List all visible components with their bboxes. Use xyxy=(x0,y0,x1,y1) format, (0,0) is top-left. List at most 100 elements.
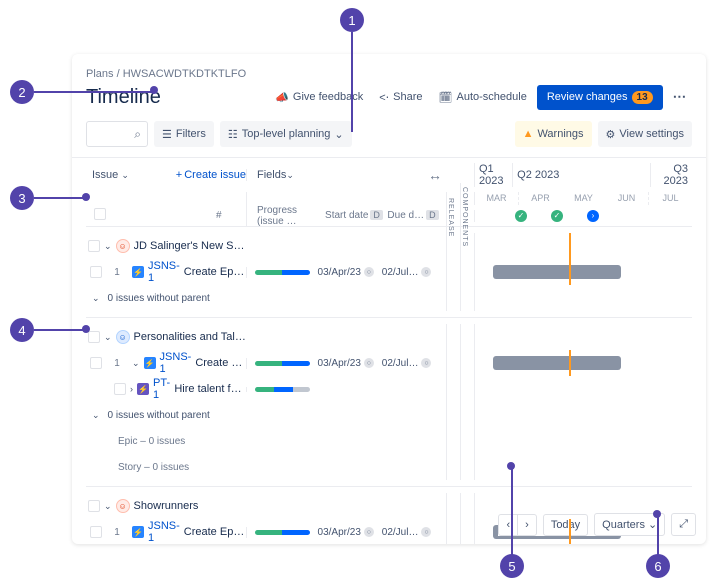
chevron-down-icon: ⌄ xyxy=(286,170,294,181)
issue-type-icon: ⚡ xyxy=(144,357,156,369)
plan-card: Plans / HWSACWDTKDTKTLFO Timeline 📣Give … xyxy=(72,54,706,544)
progress-bar xyxy=(255,361,310,366)
group-name[interactable]: Personalities and Talent xyxy=(134,331,246,343)
hierarchy-icon: ☷ xyxy=(228,128,238,141)
issue-type-icon: ⚡ xyxy=(137,383,149,395)
issue-group: ⌄ ☺ Personalities and Talent 1 ⌄ ⚡ JSNS-… xyxy=(86,318,692,487)
timeline-next-button[interactable]: › xyxy=(517,514,537,536)
progress-column: Progress (issue … xyxy=(257,205,325,227)
share-button[interactable]: <⋅Share xyxy=(373,86,428,109)
quarter-label: Q2 2023 xyxy=(512,163,650,187)
hash-column: # xyxy=(216,210,246,221)
warnings-button[interactable]: ▲Warnings xyxy=(515,121,592,147)
select-all-checkbox[interactable] xyxy=(94,208,106,220)
issue-key[interactable]: JSNS-1 xyxy=(160,351,192,375)
today-line-marker xyxy=(569,259,571,285)
quarter-label: Q1 2023 xyxy=(475,163,512,187)
row-number: 1 xyxy=(106,267,128,278)
breadcrumb-current[interactable]: HWSACWDTKDTKTLFO xyxy=(123,68,246,80)
due-date-column: Due d…D xyxy=(387,210,446,221)
chevron-down-icon[interactable]: ⌄ xyxy=(104,241,112,252)
share-icon: <⋅ xyxy=(379,91,389,104)
timeline-controls: ‹ › Today Quarters ⌄ ⤢ xyxy=(498,513,696,536)
annotation-1: 1 xyxy=(340,8,364,32)
issue-column-header[interactable]: Issue xyxy=(92,169,118,181)
select-checkbox[interactable] xyxy=(90,357,102,369)
chevron-down-icon[interactable]: ⌄ xyxy=(104,501,112,512)
status-in-progress-icon: › xyxy=(587,210,599,222)
select-checkbox[interactable] xyxy=(88,500,100,512)
issue-group: ⌄ ☺ JD Salinger's New Show 1 ⚡ JSNS-1 Cr… xyxy=(86,227,692,318)
give-feedback-button[interactable]: 📣Give feedback xyxy=(269,86,369,109)
month-label: JUN xyxy=(605,192,648,205)
annotation-5: 5 xyxy=(500,554,524,578)
month-label: JUL xyxy=(648,192,692,205)
chevron-down-icon[interactable]: ⌄ xyxy=(88,293,100,304)
select-checkbox[interactable] xyxy=(114,383,126,395)
group-name[interactable]: JD Salinger's New Show xyxy=(134,240,246,252)
issue-summary[interactable]: Hire talent for pre… xyxy=(174,383,246,395)
fullscreen-button[interactable]: ⤢ xyxy=(671,513,696,536)
top-level-planning-button[interactable]: ☷Top-level planning ⌄ xyxy=(220,121,352,147)
warning-icon: ▲ xyxy=(523,128,534,140)
gantt-bar[interactable] xyxy=(493,356,621,370)
start-date[interactable]: 03/Apr/23○ xyxy=(318,267,382,278)
select-checkbox[interactable] xyxy=(88,240,100,252)
search-icon: ⌕ xyxy=(134,127,141,142)
select-checkbox[interactable] xyxy=(90,526,102,538)
timeline-prev-button[interactable]: ‹ xyxy=(498,514,517,536)
create-issue-button[interactable]: + Create issue xyxy=(176,169,246,181)
chevron-down-icon: ⌄ xyxy=(121,170,129,180)
due-date[interactable]: 02/Jul…○ xyxy=(382,267,446,278)
issue-type-icon: ⚡ xyxy=(132,526,144,538)
select-checkbox[interactable] xyxy=(90,266,102,278)
filters-button[interactable]: ☰Filters xyxy=(154,121,214,147)
issue-summary[interactable]: Create Episode One xyxy=(184,266,246,278)
view-settings-button[interactable]: ⚙View settings xyxy=(598,121,692,147)
issue-summary[interactable]: Create Episode One xyxy=(195,357,246,369)
annotation-6: 6 xyxy=(646,554,670,578)
start-date[interactable]: 03/Apr/23○ xyxy=(318,527,382,538)
issue-key[interactable]: JSNS-1 xyxy=(148,260,180,284)
expand-columns-button[interactable]: ↔ xyxy=(428,167,442,183)
breadcrumb: Plans / HWSACWDTKDTKTLFO xyxy=(86,68,692,80)
fields-column-header[interactable]: Fields xyxy=(257,169,286,181)
issue-row[interactable]: 1 ⌄ ⚡ JSNS-1 Create Episode One 03/Apr/2… xyxy=(86,350,692,376)
issue-row[interactable]: › ⚡ PT-1 Hire talent for pre… xyxy=(86,376,692,402)
annotation-3: 3 xyxy=(10,186,34,210)
row-number: 1 xyxy=(106,358,128,369)
due-date[interactable]: 02/Jul…○ xyxy=(382,358,446,369)
gantt-bar[interactable] xyxy=(493,265,621,279)
today-button[interactable]: Today xyxy=(543,514,588,536)
select-checkbox[interactable] xyxy=(88,331,100,343)
chevron-down-icon[interactable]: ⌄ xyxy=(88,410,100,421)
filter-icon: ☰ xyxy=(162,128,172,141)
breadcrumb-root[interactable]: Plans xyxy=(86,68,114,80)
chevron-down-icon: ⌄ xyxy=(334,128,343,141)
more-menu-button[interactable]: ⋯ xyxy=(667,83,692,111)
no-parent-label[interactable]: 0 issues without parent xyxy=(104,293,210,304)
month-label: APR xyxy=(518,192,562,205)
review-count-badge: 13 xyxy=(632,91,653,104)
chevron-right-icon[interactable]: › xyxy=(130,384,133,394)
chevron-down-icon[interactable]: ⌄ xyxy=(132,358,140,369)
start-date-column: Start dateD xyxy=(325,210,387,221)
search-input[interactable]: ⌕ xyxy=(86,121,148,147)
issue-summary[interactable]: Create Episode One xyxy=(184,526,246,538)
issue-row[interactable]: 1 ⚡ JSNS-1 Create Episode One 03/Apr/23○… xyxy=(86,259,692,285)
progress-bar xyxy=(255,387,310,392)
chevron-down-icon[interactable]: ⌄ xyxy=(104,332,112,343)
issue-key[interactable]: PT-1 xyxy=(153,377,170,401)
status-done-icon: ✓ xyxy=(515,210,527,222)
month-label: MAR xyxy=(475,192,518,205)
due-date[interactable]: 02/Jul…○ xyxy=(382,527,446,538)
start-date[interactable]: 03/Apr/23○ xyxy=(318,358,382,369)
issue-key[interactable]: JSNS-1 xyxy=(148,520,180,544)
auto-schedule-button[interactable]: 🗓Auto-schedule xyxy=(433,86,533,109)
settings-icon: ⚙ xyxy=(606,128,616,141)
review-changes-button[interactable]: Review changes13 xyxy=(537,85,663,110)
no-parent-label[interactable]: 0 issues without parent xyxy=(104,410,210,421)
group-name[interactable]: Showrunners xyxy=(134,500,199,512)
project-avatar-icon: ☺ xyxy=(116,239,130,253)
today-line-marker xyxy=(569,233,571,259)
